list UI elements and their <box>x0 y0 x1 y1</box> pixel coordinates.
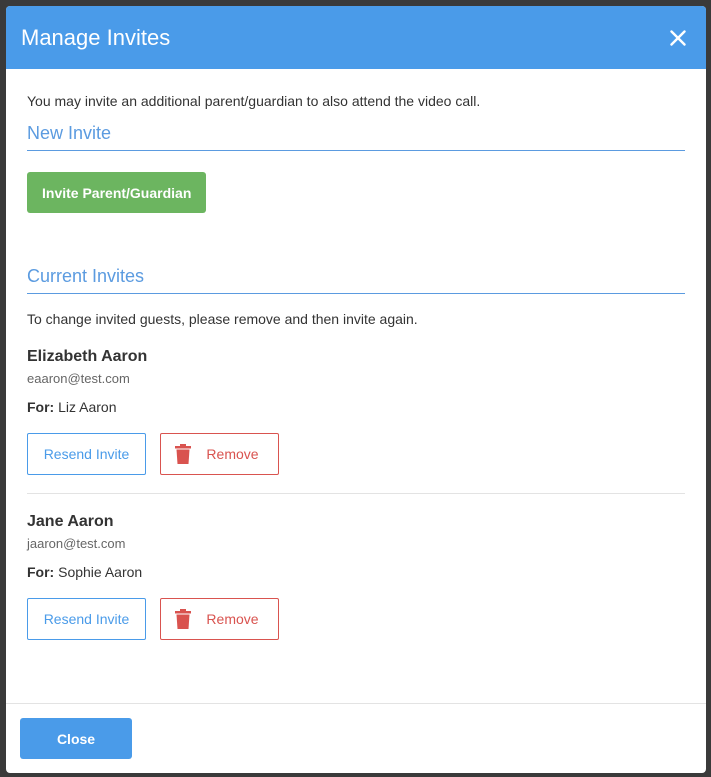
invite-for-label: For: <box>27 399 55 415</box>
remove-label: Remove <box>206 446 259 462</box>
new-invite-heading: New Invite <box>27 123 685 151</box>
trash-icon <box>175 609 191 629</box>
resend-invite-button[interactable]: Resend Invite <box>27 433 146 475</box>
close-button[interactable]: Close <box>20 718 132 759</box>
invite-actions: Resend Invite Remove <box>27 433 685 475</box>
resend-invite-button[interactable]: Resend Invite <box>27 598 146 640</box>
intro-text: You may invite an additional parent/guar… <box>27 93 481 109</box>
invite-for-label: For: <box>27 564 55 580</box>
invite-for: For: Liz Aaron <box>27 399 685 415</box>
invite-for-value: Sophie Aaron <box>58 564 143 580</box>
invite-parent-guardian-button[interactable]: Invite Parent/Guardian <box>27 172 207 213</box>
remove-invite-button[interactable]: Remove <box>160 598 279 640</box>
invite-actions: Resend Invite Remove <box>27 598 685 640</box>
close-icon[interactable] <box>666 26 690 50</box>
modal-body: You may invite an additional parent/guar… <box>6 69 706 703</box>
current-invites-helper-text: To change invited guests, please remove … <box>27 311 418 327</box>
remove-invite-button[interactable]: Remove <box>160 433 279 475</box>
invite-item: Jane Aaron jaaron@test.com For: Sophie A… <box>27 493 685 640</box>
manage-invites-modal: Manage Invites You may invite an additio… <box>6 6 706 773</box>
invite-email: jaaron@test.com <box>27 536 126 551</box>
modal-title: Manage Invites <box>21 24 171 50</box>
trash-icon <box>175 444 191 464</box>
current-invites-heading: Current Invites <box>27 266 685 294</box>
remove-label: Remove <box>206 611 259 627</box>
invite-name: Elizabeth Aaron <box>27 348 148 365</box>
modal-header: Manage Invites <box>6 6 706 69</box>
invite-email: eaaron@test.com <box>27 371 130 386</box>
invite-name: Jane Aaron <box>27 513 114 530</box>
invite-item: Elizabeth Aaron eaaron@test.com For: Liz… <box>27 327 685 475</box>
modal-footer: Close <box>6 703 706 773</box>
invite-for: For: Sophie Aaron <box>27 564 685 580</box>
invite-for-value: Liz Aaron <box>58 399 117 415</box>
